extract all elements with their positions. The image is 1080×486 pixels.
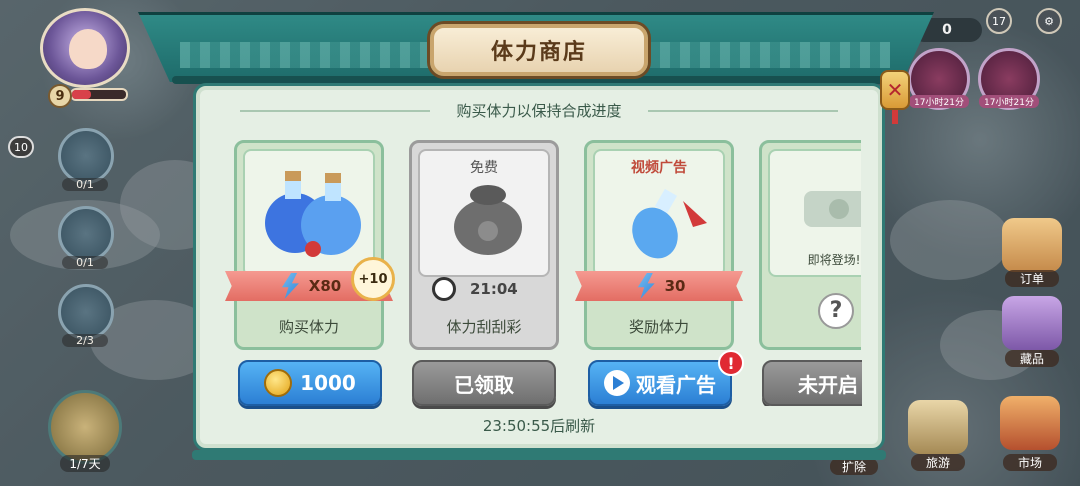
stamina-bar (70, 88, 128, 101)
potion-bundle-icon (265, 171, 361, 257)
card-locked: 即将登场! ? (759, 140, 861, 350)
watch-ad-button[interactable]: 观看广告 (588, 360, 732, 406)
card-watch-ad-art: 视频广告 (593, 149, 725, 277)
side-slot-1[interactable] (58, 128, 114, 184)
card-watch-ad-name: 奖励体力 (628, 318, 689, 336)
card-buy-stamina-name: 购买体力 (278, 318, 339, 336)
locked-button: 未开启 (762, 360, 862, 406)
lantern-tassel (892, 110, 898, 124)
expand-label: 扩除 (830, 458, 878, 475)
event-timer-1-text: 17小时21分 (909, 95, 969, 108)
card-scratch-head: 免费 (470, 160, 498, 176)
bonus-badge: +10 (351, 257, 395, 301)
orders-label: 订单 (1005, 270, 1059, 287)
watch-ad-label: 观看广告 (636, 372, 716, 397)
shop-title: 体力商店 (490, 40, 587, 65)
daily-quest-days: 1/7天 (60, 455, 110, 472)
stamina-bar-fill (72, 90, 91, 99)
collection-label: 藏品 (1005, 350, 1059, 367)
player-avatar[interactable] (40, 8, 130, 88)
ad-alert-badge: ! (718, 350, 744, 376)
panel-bottom-rim (192, 450, 886, 460)
side-badge[interactable]: 10 (8, 136, 34, 158)
roof-rim (172, 76, 902, 84)
market-button[interactable] (1000, 396, 1060, 450)
other-amount: 0 (942, 22, 952, 38)
shop-title-plaque: 体力商店 (430, 24, 648, 76)
card-scratch-name: 体力刮刮彩 (446, 318, 522, 336)
side-slot-2-count: 0/1 (62, 256, 108, 269)
clock-icon (432, 277, 456, 301)
orders-button[interactable] (1002, 218, 1062, 272)
card-scratch-art: 免费 (418, 149, 550, 277)
claimed-label: 已领取 (454, 372, 514, 397)
card-scratch[interactable]: 免费 21:04 体力刮刮彩 (409, 140, 559, 350)
close-button[interactable]: ✕ (880, 70, 910, 124)
event-timer-2-text: 17小时21分 (979, 95, 1039, 108)
avatar-face (69, 29, 107, 69)
claimed-button[interactable]: 已领取 (412, 360, 556, 406)
locked-button-clip: 未开启 (762, 360, 862, 406)
shop-subtitle: 购买体力以保持合成进度 (456, 102, 622, 120)
locked-label: 未开启 (798, 372, 858, 397)
daily-quest-button[interactable] (48, 390, 122, 464)
buy-stamina-price: 1000 (300, 371, 356, 395)
stamina-shop-panel: 购买体力以保持合成进度 X80 +10 购买体力 免费 21:04 体力刮刮彩 … (196, 86, 882, 448)
side-slot-1-count: 0/1 (62, 178, 108, 191)
refresh-countdown: 23:50:55后刷新 (482, 417, 596, 435)
card-locked-clip: 即将登场! ? (759, 140, 861, 350)
card-watch-ad[interactable]: 视频广告 30 奖励体力 (575, 140, 743, 350)
close-icon[interactable]: ✕ (880, 70, 910, 110)
card-watch-ad-amount: 30 (664, 277, 686, 295)
card-locked-art: 即将登场! (768, 149, 861, 277)
card-buy-stamina-amount: X80 (308, 277, 342, 295)
mail-badge[interactable]: 17 (986, 8, 1012, 34)
side-slot-3[interactable] (58, 284, 114, 340)
gold-coin-icon (264, 369, 293, 397)
stamina-bolt-icon (281, 273, 299, 299)
card-watch-ad-ribbon: 30 (575, 271, 743, 301)
card-buy-stamina-art (243, 149, 375, 277)
stamina-bolt-icon (637, 273, 655, 299)
buy-stamina-button[interactable]: 1000 (238, 360, 382, 406)
card-locked-mystery: ? (818, 293, 854, 329)
travel-button[interactable] (908, 400, 968, 454)
card-watch-ad-head: 视频广告 (631, 160, 687, 176)
side-slot-3-count: 2/3 (62, 334, 108, 347)
settings-gear-icon[interactable]: ⚙ (1036, 8, 1062, 34)
card-buy-stamina[interactable]: X80 +10 购买体力 (225, 140, 395, 350)
video-play-icon (604, 370, 630, 396)
side-slot-2[interactable] (58, 206, 114, 262)
card-scratch-timer-text: 21:04 (470, 280, 518, 298)
player-level-badge: 9 (48, 84, 72, 108)
market-label: 市场 (1003, 454, 1057, 471)
card-locked-coming: 即将登场! (807, 253, 861, 267)
card-scratch-timer: 21:04 (432, 277, 518, 301)
travel-label: 旅游 (911, 454, 965, 471)
collection-button[interactable] (1002, 296, 1062, 350)
